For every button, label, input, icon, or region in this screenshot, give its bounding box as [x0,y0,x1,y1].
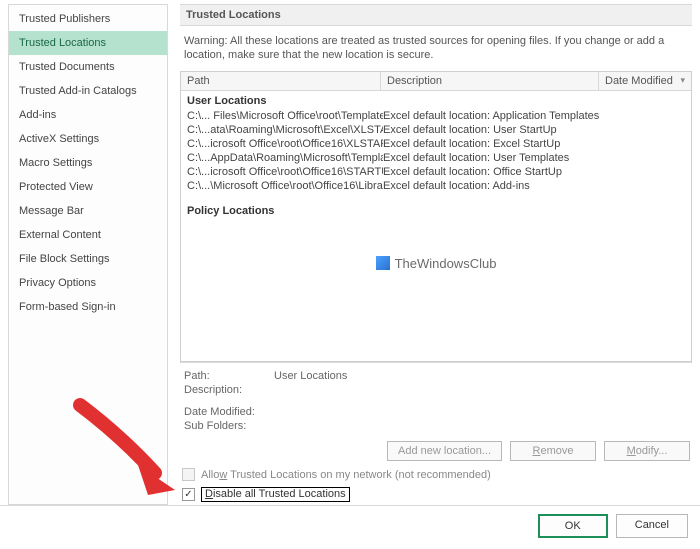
table-row[interactable]: C:\...AppData\Roaming\Microsoft\Template… [185,151,687,165]
add-location-button[interactable]: Add new location... [387,441,502,461]
sidebar-item-macro-settings[interactable]: Macro Settings [9,151,167,175]
allow-network-label: Allow Trusted Locations on my network (n… [201,469,491,481]
section-title: Trusted Locations [180,4,692,26]
cancel-button[interactable]: Cancel [616,514,688,538]
table-row[interactable]: C:\...\Microsoft Office\root\Office16\Li… [185,179,687,193]
disable-all-checkbox[interactable] [182,488,195,501]
location-buttons: Add new location... Remove Modify... [180,435,692,465]
sidebar-item-trusted-publishers[interactable]: Trusted Publishers [9,7,167,31]
details-pane: Path:User Locations Description: Date Mo… [180,362,692,435]
group-policy-locations: Policy Locations [185,203,687,219]
sidebar-item-trusted-documents[interactable]: Trusted Documents [9,55,167,79]
sort-arrow-icon: ▾ [680,75,685,86]
disable-all-highlight: Disable all Trusted Locations [201,487,350,502]
col-path[interactable]: Path [181,72,381,90]
main-panel: Trusted Locations Warning: All these loc… [168,4,692,505]
sidebar-item-message-bar[interactable]: Message Bar [9,199,167,223]
col-date-modified[interactable]: Date Modified▾ [599,72,691,90]
detail-path-value: User Locations [274,370,347,382]
warning-text: Warning: All these locations are treated… [180,26,692,71]
allow-network-checkbox[interactable] [182,468,195,481]
ok-button[interactable]: OK [538,514,608,538]
detail-desc-label: Description: [184,384,274,396]
sidebar: Trusted PublishersTrusted LocationsTrust… [8,4,168,505]
table-row[interactable]: C:\...icrosoft Office\root\Office16\XLST… [185,137,687,151]
sidebar-item-protected-view[interactable]: Protected View [9,175,167,199]
disable-all-row[interactable]: Disable all Trusted Locations [180,484,692,505]
sidebar-item-trusted-add-in-catalogs[interactable]: Trusted Add-in Catalogs [9,79,167,103]
sidebar-item-activex-settings[interactable]: ActiveX Settings [9,127,167,151]
sidebar-item-file-block-settings[interactable]: File Block Settings [9,247,167,271]
sidebar-item-add-ins[interactable]: Add-ins [9,103,167,127]
col-description[interactable]: Description [381,72,599,90]
remove-button[interactable]: Remove [510,441,596,461]
table-row[interactable]: C:\... Files\Microsoft Office\root\Templ… [185,109,687,123]
table-row[interactable]: C:\...icrosoft Office\root\Office16\STAR… [185,165,687,179]
sidebar-item-trusted-locations[interactable]: Trusted Locations [9,31,167,55]
detail-path-label: Path: [184,370,274,382]
disable-all-label: Disable all Trusted Locations [205,488,346,500]
modify-button[interactable]: Modify... [604,441,690,461]
sidebar-item-privacy-options[interactable]: Privacy Options [9,271,167,295]
allow-network-row[interactable]: Allow Trusted Locations on my network (n… [180,465,692,484]
sidebar-item-form-based-sign-in[interactable]: Form-based Sign-in [9,295,167,319]
table-header-row: Path Description Date Modified▾ [181,72,691,91]
sidebar-item-external-content[interactable]: External Content [9,223,167,247]
detail-subfolders-label: Sub Folders: [184,420,274,432]
locations-table: Path Description Date Modified▾ User Loc… [180,71,692,362]
dialog-footer: OK Cancel [0,505,700,546]
table-row[interactable]: C:\...ata\Roaming\Microsoft\Excel\XLSTAR… [185,123,687,137]
group-user-locations: User Locations [185,93,687,109]
detail-date-label: Date Modified: [184,406,274,418]
